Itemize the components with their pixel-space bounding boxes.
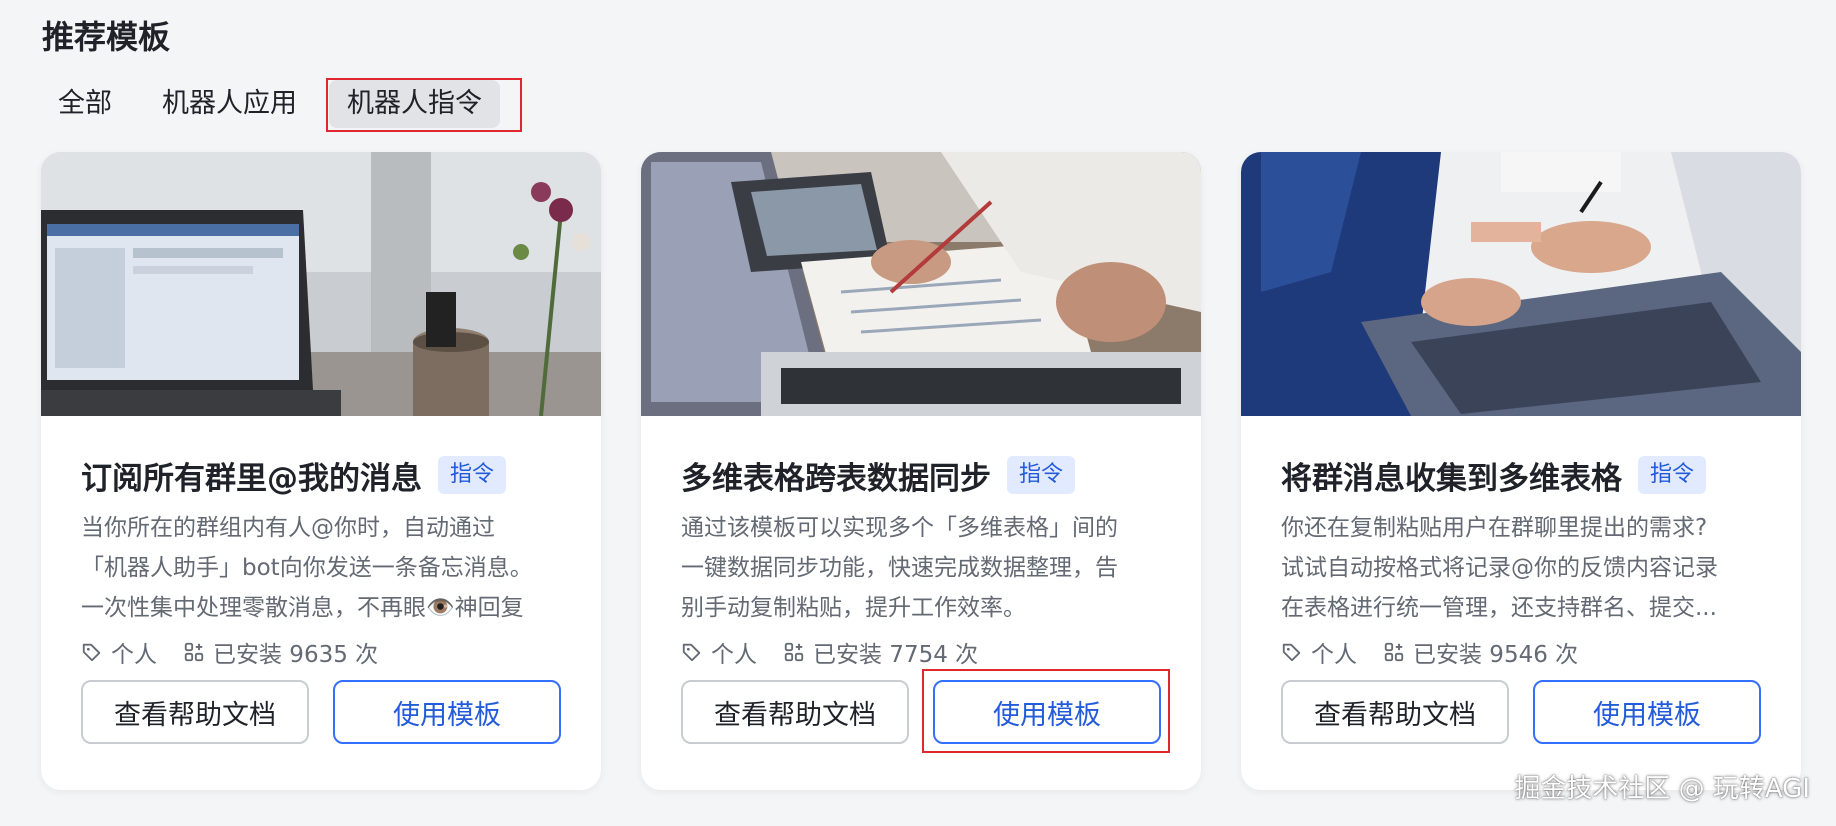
description-line: 在表格进行统一管理，还支持群名、提交... <box>1281 595 1717 621</box>
description-line: 你还在复制粘贴用户在群聊里提出的需求? <box>1281 515 1708 541</box>
command-tag: 指令 <box>1007 456 1076 494</box>
template-gallery: 推荐模板 全部 机器人应用 机器人指令 订阅所有群里@我的消息 指令 当你所在的… <box>0 0 1836 826</box>
card-description: 通过该模板可以实现多个「多维表格」间的 一键数据同步功能，快速完成数据整理，告 … <box>681 508 1161 628</box>
card-meta: 个人 已安装 7754 次 <box>681 630 1161 674</box>
card-description: 你还在复制粘贴用户在群聊里提出的需求? 试试自动按格式将记录@你的反馈内容记录 … <box>1281 508 1761 628</box>
description-line: 一次性集中处理零散消息，不再眼👁️神回复 <box>81 595 524 621</box>
tab-all[interactable]: 全部 <box>40 80 130 128</box>
description-line: 通过该模板可以实现多个「多维表格」间的 <box>681 515 1118 541</box>
card-description: 当你所在的群组内有人@你时，自动通过 「机器人助手」bot向你发送一条备忘消息。… <box>81 508 561 628</box>
card-cover-image <box>41 152 601 416</box>
template-card: 将群消息收集到多维表格 指令 你还在复制粘贴用户在群聊里提出的需求? 试试自动按… <box>1241 152 1801 790</box>
section-title: 推荐模板 <box>42 18 171 56</box>
view-help-docs-button[interactable]: 查看帮助文档 <box>81 680 309 744</box>
card-title: 多维表格跨表数据同步 <box>681 460 991 497</box>
description-line: 一键数据同步功能，快速完成数据整理，告 <box>681 555 1118 581</box>
use-template-button[interactable]: 使用模板 <box>1533 680 1761 744</box>
template-card: 订阅所有群里@我的消息 指令 当你所在的群组内有人@你时，自动通过 「机器人助手… <box>41 152 601 790</box>
scope-label: 个人 <box>711 642 757 668</box>
card-title: 订阅所有群里@我的消息 <box>81 460 422 497</box>
command-tag: 指令 <box>438 456 507 494</box>
install-count: 已安装 7754 次 <box>813 642 979 668</box>
tag-icon <box>682 643 701 662</box>
template-card: 多维表格跨表数据同步 指令 通过该模板可以实现多个「多维表格」间的 一键数据同步… <box>641 152 1201 790</box>
scope-label: 个人 <box>111 642 157 668</box>
watermark: 掘金技术社区 @ 玩转AGI <box>1514 774 1810 804</box>
description-line: 当你所在的群组内有人@你时，自动通过 <box>81 515 495 541</box>
command-tag: 指令 <box>1638 456 1707 494</box>
card-title: 将群消息收集到多维表格 <box>1281 460 1622 497</box>
tag-icon <box>82 643 101 662</box>
apps-icon <box>1384 642 1404 662</box>
use-template-button[interactable]: 使用模板 <box>333 680 561 744</box>
category-tabs: 全部 机器人应用 机器人指令 <box>40 80 514 128</box>
card-meta: 个人 已安装 9546 次 <box>1281 630 1761 674</box>
description-line: 试试自动按格式将记录@你的反馈内容记录 <box>1281 555 1718 581</box>
tab-bot-apps[interactable]: 机器人应用 <box>144 80 315 128</box>
apps-icon <box>184 642 204 662</box>
description-line: 「机器人助手」bot向你发送一条备忘消息。 <box>81 555 533 581</box>
install-count: 已安装 9546 次 <box>1413 642 1579 668</box>
scope-label: 个人 <box>1311 642 1357 668</box>
view-help-docs-button[interactable]: 查看帮助文档 <box>681 680 909 744</box>
card-cover-image <box>1241 152 1801 416</box>
tab-bot-commands[interactable]: 机器人指令 <box>329 80 500 128</box>
apps-icon <box>784 642 804 662</box>
description-line: 别手动复制粘贴，提升工作效率。 <box>681 595 1026 621</box>
view-help-docs-button[interactable]: 查看帮助文档 <box>1281 680 1509 744</box>
install-count: 已安装 9635 次 <box>213 642 379 668</box>
card-cover-image <box>641 152 1201 416</box>
use-template-button[interactable]: 使用模板 <box>933 680 1161 744</box>
tag-icon <box>1282 643 1301 662</box>
card-meta: 个人 已安装 9635 次 <box>81 630 561 674</box>
